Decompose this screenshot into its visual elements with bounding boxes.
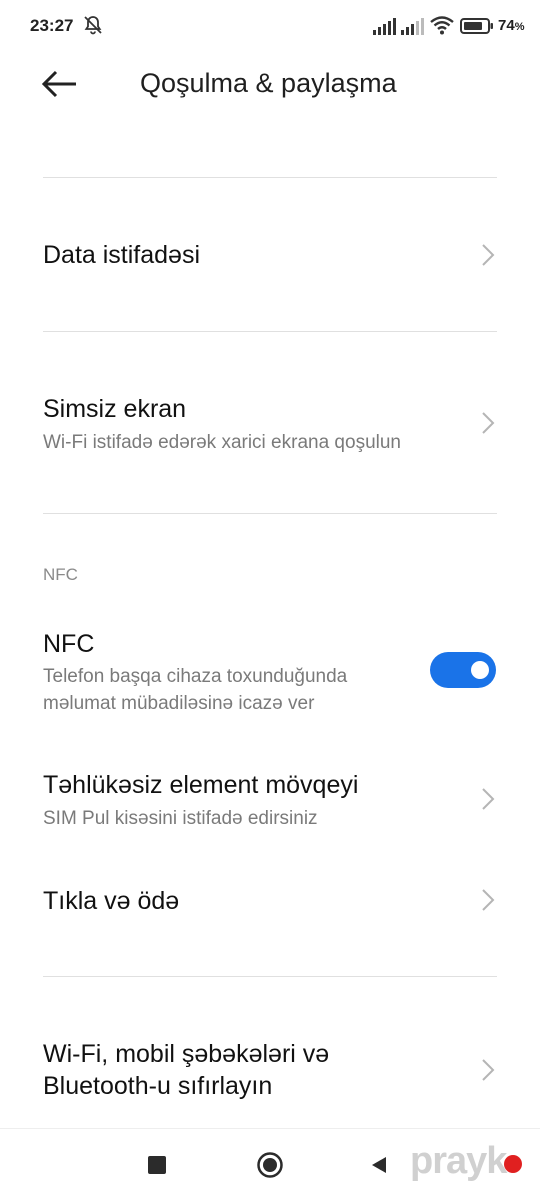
reset-network-title-line1: Wi-Fi, mobil şəbəkələri və xyxy=(43,1040,330,1068)
status-bar: 23:27 74% xyxy=(0,0,540,52)
secure-element-subtitle: SIM Pul kisəsini istifadə edirsiniz xyxy=(43,808,318,829)
nfc-subtitle-line1: Telefon başqa cihaza toxunduğunda xyxy=(43,666,348,687)
chevron-right-icon xyxy=(482,244,495,266)
tap-and-pay-item[interactable]: Tıkla və ödə xyxy=(0,860,540,940)
chevron-right-icon xyxy=(482,1059,495,1081)
secure-element-title: Təhlükəsiz element mövqeyi xyxy=(43,771,359,799)
chevron-right-icon xyxy=(482,788,495,810)
signal-strength-icon-2 xyxy=(401,18,424,35)
reset-network-item[interactable]: Wi-Fi, mobil şəbəkələri və Bluetooth-u s… xyxy=(0,1020,540,1120)
watermark-logo: prayk xyxy=(410,1140,507,1182)
wifi-icon xyxy=(430,16,454,35)
signal-strength-icon xyxy=(373,18,396,35)
divider xyxy=(43,513,497,514)
chevron-right-icon xyxy=(482,412,495,434)
battery-percentage: 74% xyxy=(498,17,525,34)
secure-element-item[interactable]: Təhlükəsiz element mövqeyi SIM Pul kisəs… xyxy=(0,755,540,845)
page-title: Qoşulma & paylaşma xyxy=(140,68,397,98)
nfc-toggle[interactable] xyxy=(430,652,496,688)
status-time: 23:27 xyxy=(30,16,74,35)
battery-icon xyxy=(460,18,493,34)
nfc-title: NFC xyxy=(43,630,95,658)
chevron-right-icon xyxy=(482,889,495,911)
nfc-item[interactable]: NFC Telefon başqa cihaza toxunduğunda mə… xyxy=(0,618,540,728)
muted-bell-icon xyxy=(84,16,102,35)
divider xyxy=(43,976,497,977)
tap-and-pay-title: Tıkla və ödə xyxy=(43,887,180,915)
wireless-display-title: Simsiz ekran xyxy=(43,395,187,423)
data-usage-item[interactable]: Data istifadəsi xyxy=(0,178,540,331)
recents-square-icon[interactable] xyxy=(148,1156,166,1174)
wireless-display-item[interactable]: Simsiz ekran Wi-Fi istifadə edərək xaric… xyxy=(0,332,540,513)
back-arrow-icon[interactable] xyxy=(36,66,84,102)
nfc-subtitle-line2: məlumat mübadiləsinə icazə ver xyxy=(43,693,315,714)
back-triangle-icon[interactable] xyxy=(368,1154,390,1176)
nfc-section-label: NFC xyxy=(43,565,78,584)
data-usage-title: Data istifadəsi xyxy=(43,241,201,269)
home-circle-icon[interactable] xyxy=(256,1151,284,1179)
watermark-dot xyxy=(504,1155,522,1173)
reset-network-title-line2: Bluetooth-u sıfırlayın xyxy=(43,1072,273,1100)
page-header: Qoşulma & paylaşma xyxy=(0,52,540,116)
wireless-display-subtitle: Wi-Fi istifadə edərək xarici ekrana qoşu… xyxy=(43,432,401,453)
toggle-knob xyxy=(471,661,489,679)
